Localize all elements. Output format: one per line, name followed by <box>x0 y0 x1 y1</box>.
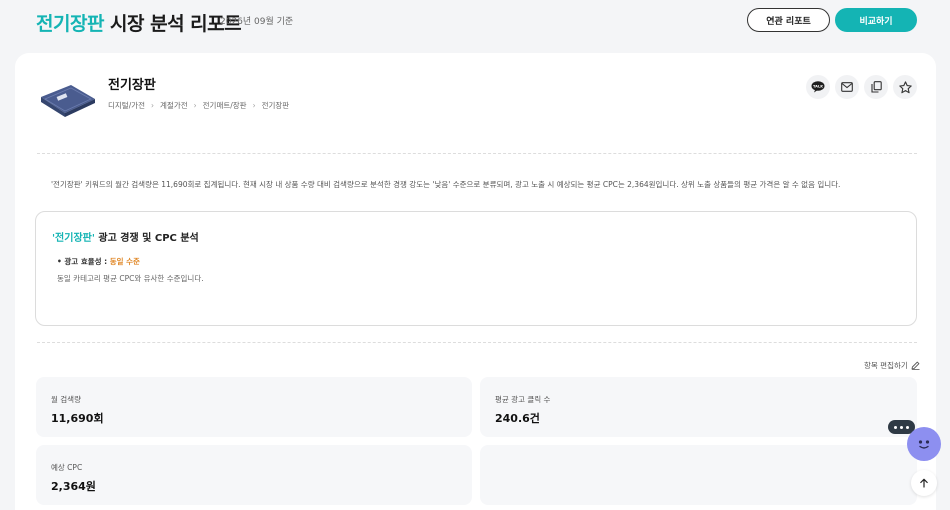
talk-share-button[interactable]: TALK <box>806 75 830 99</box>
stat-card-avg-clicks: 평균 광고 클릭 수 240.6건 <box>480 377 917 437</box>
ad-efficiency-value: 동일 수준 <box>109 257 140 266</box>
page-title: 전기장판 시장 분석 리포트 <box>36 9 242 36</box>
chatbot-face-icon <box>918 440 930 449</box>
ad-analysis-keyword: '전기장판' <box>52 233 95 244</box>
ad-efficiency-label: • 광고 효율성 : <box>57 257 110 266</box>
breadcrumb-item[interactable]: 전기장판 <box>262 100 290 111</box>
svg-text:TALK: TALK <box>813 85 823 89</box>
stat-label: 평균 광고 클릭 수 <box>495 395 551 404</box>
scroll-top-button[interactable] <box>911 470 937 496</box>
dot-icon <box>906 425 909 429</box>
talk-icon: TALK <box>811 81 825 93</box>
stat-value: 2,364원 <box>51 480 96 493</box>
edit-items-label: 항목 편집하기 <box>864 361 908 370</box>
stat-value: 11,690회 <box>51 412 104 425</box>
compare-button[interactable]: 비교하기 <box>835 8 917 32</box>
chatbot-button[interactable] <box>907 427 941 461</box>
breadcrumb-item[interactable]: 디지털/가전 <box>108 100 145 111</box>
favorite-button[interactable] <box>893 75 917 99</box>
stat-card-search-volume: 월 검색량 11,690회 <box>36 377 472 437</box>
chevron-right-icon: › <box>193 101 197 110</box>
breadcrumb-item[interactable]: 계절가전 <box>160 100 188 111</box>
ad-analysis-title: '전기장판' 광고 경쟁 및 CPC 분석 <box>52 229 199 244</box>
stat-label: 월 검색량 <box>51 395 81 404</box>
dot-icon <box>900 425 903 429</box>
arrow-up-icon <box>920 478 928 488</box>
breadcrumb: 디지털/가전 › 계절가전 › 전기매트/장판 › 전기장판 <box>108 100 289 111</box>
ad-efficiency: • 광고 효율성 : 동일 수준 <box>57 256 140 267</box>
mail-share-button[interactable] <box>835 75 859 99</box>
star-icon <box>898 80 912 93</box>
stat-value: 240.6건 <box>495 412 540 425</box>
pencil-icon <box>911 361 920 370</box>
dot-icon <box>894 425 897 429</box>
copy-icon <box>870 81 882 93</box>
product-name: 전기장판 <box>108 78 156 93</box>
stat-card-expected-cpc: 예상 CPC 2,364원 <box>36 445 472 505</box>
stat-card-empty <box>480 445 917 505</box>
copy-link-button[interactable] <box>864 75 888 99</box>
chevron-right-icon: › <box>252 101 256 110</box>
ad-analysis-box: '전기장판' 광고 경쟁 및 CPC 분석 • 광고 효율성 : 동일 수준 동… <box>35 211 917 326</box>
page-header: 전기장판 시장 분석 리포트 2026년 09월 기준 연관 리포트 비교하기 <box>0 0 950 40</box>
edit-items-button[interactable]: 항목 편집하기 <box>864 360 920 371</box>
breadcrumb-item[interactable]: 전기매트/장판 <box>203 100 247 111</box>
product-image <box>37 75 99 121</box>
related-report-button[interactable]: 연관 리포트 <box>747 8 830 32</box>
ad-analysis-title-rest: 광고 경쟁 및 CPC 분석 <box>94 233 199 244</box>
chevron-right-icon: › <box>151 101 155 110</box>
divider <box>37 342 917 343</box>
report-card: 전기장판 디지털/가전 › 계절가전 › 전기매트/장판 › 전기장판 TALK… <box>15 53 936 510</box>
mail-icon <box>841 82 853 92</box>
title-keyword: 전기장판 <box>36 13 104 35</box>
base-date: 2026년 09월 기준 <box>220 17 294 27</box>
keyword-summary: '전기장판' 키워드의 월간 검색량은 11,690회로 집계됩니다. 현재 시… <box>51 180 841 189</box>
stat-label: 예상 CPC <box>51 463 83 472</box>
ad-efficiency-description: 동일 카테고리 평균 CPC와 유사한 수준입니다. <box>57 274 204 283</box>
divider <box>37 153 917 154</box>
